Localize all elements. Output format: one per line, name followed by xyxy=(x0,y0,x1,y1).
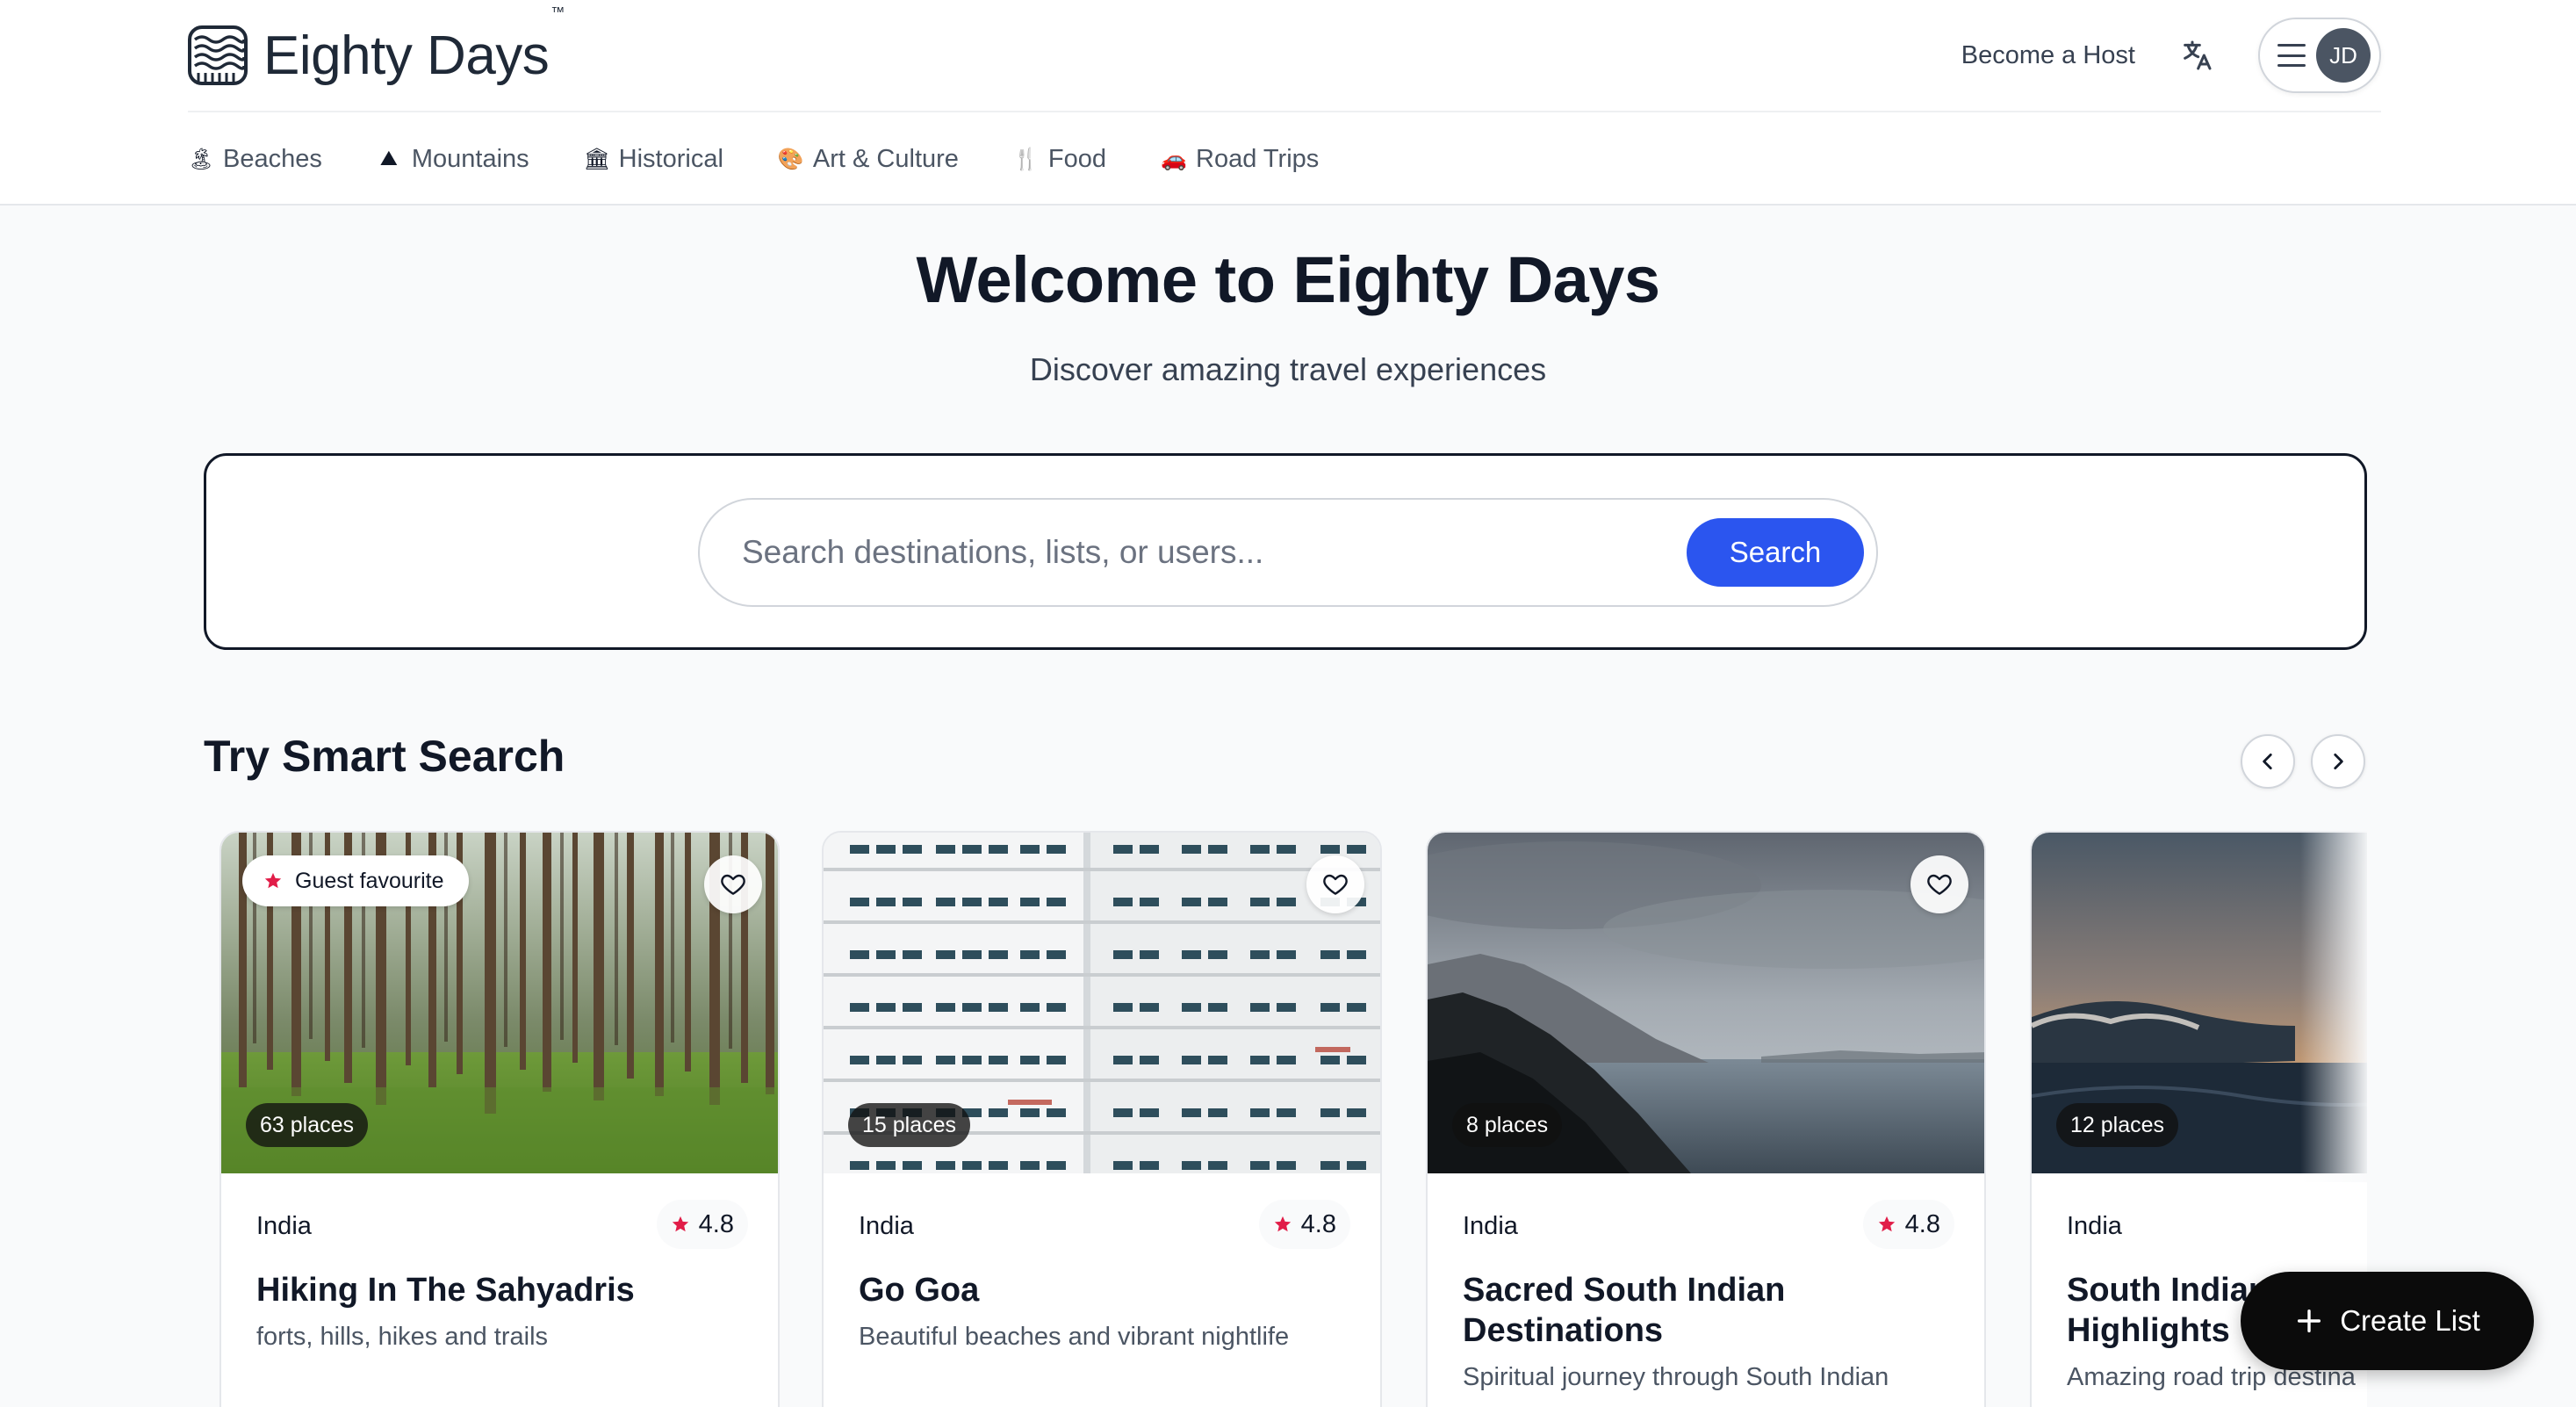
places-count-badge: 8 places xyxy=(1452,1103,1563,1147)
chevron-right-icon xyxy=(2334,754,2343,769)
rating-value: 4.8 xyxy=(1904,1209,1940,1238)
trademark-symbol: ™ xyxy=(550,4,565,20)
card-description: forts, hills, hikes and trails xyxy=(256,1323,549,1351)
carousel-nav xyxy=(2241,734,2365,789)
heart-icon xyxy=(1323,874,1348,895)
menu-icon xyxy=(2277,44,2306,67)
card-title: Hiking In The Sahyadris xyxy=(256,1272,635,1309)
search-input[interactable] xyxy=(742,534,1687,571)
search-bar: Search xyxy=(698,498,1878,607)
rating-badge: 4.8 xyxy=(656,1200,748,1249)
category-label: Historical xyxy=(618,144,723,173)
top-bar: Eighty Days™ Become a Host JD xyxy=(188,0,2381,112)
category-beaches[interactable]: 🏝 Beaches xyxy=(188,145,322,174)
category-road-trips[interactable]: 🚗 Road Trips xyxy=(1161,145,1319,174)
favorite-button[interactable] xyxy=(1910,855,1968,913)
palette-icon: 🎨 xyxy=(777,147,804,171)
guest-favourite-badge: Guest favourite xyxy=(242,855,469,906)
cards-carousel: Guest favourite 63 places India 4.8 Hiki… xyxy=(204,831,2367,1407)
fork-knife-icon: 🍴 xyxy=(1012,147,1040,171)
card-title: Sacred South Indian Destinations xyxy=(1463,1272,1786,1349)
top-actions: Become a Host JD xyxy=(1961,18,2381,93)
places-count-badge: 12 places xyxy=(2056,1103,2179,1147)
page-subtitle: Discover amazing travel experiences xyxy=(1029,351,1547,387)
card-country: India xyxy=(256,1212,312,1240)
category-nav: 🏝 Beaches ⛰ Mountains 🏛 Historical 🎨 Art… xyxy=(188,112,1373,206)
brand[interactable]: Eighty Days™ xyxy=(188,4,565,87)
star-icon xyxy=(672,1216,688,1232)
rating-badge: 4.8 xyxy=(1258,1200,1350,1249)
places-count-badge: 15 places xyxy=(848,1103,971,1147)
category-label: Art & Culture xyxy=(812,144,959,173)
star-icon xyxy=(1878,1216,1895,1232)
brand-logo-icon xyxy=(188,25,248,85)
favorite-button[interactable] xyxy=(704,855,762,913)
rating-value: 4.8 xyxy=(698,1209,734,1238)
translate-icon[interactable] xyxy=(2176,34,2218,76)
car-icon: 🚗 xyxy=(1161,147,1187,171)
card-description: Beautiful beaches and vibrant nightlife xyxy=(859,1323,1290,1351)
list-card[interactable]: 8 places India 4.8 Sacred South Indian D… xyxy=(1426,831,1986,1407)
category-historical[interactable]: 🏛 Historical xyxy=(584,145,723,174)
category-label: Food xyxy=(1047,144,1107,173)
places-count-badge: 63 places xyxy=(246,1103,369,1147)
chevron-left-icon xyxy=(2263,754,2272,769)
category-art-culture[interactable]: 🎨 Art & Culture xyxy=(778,145,959,174)
search-panel: Search xyxy=(204,453,2367,650)
create-list-button[interactable]: Create List xyxy=(2241,1272,2534,1370)
star-icon xyxy=(1274,1216,1291,1232)
card-image: 15 places xyxy=(824,833,1380,1173)
rating-badge: 4.8 xyxy=(1862,1200,1954,1249)
list-card[interactable]: Guest favourite 63 places India 4.8 Hiki… xyxy=(219,831,780,1407)
card-description: Spiritual journey through South Indian xyxy=(1463,1363,1889,1391)
category-mountains[interactable]: ⛰ Mountains xyxy=(377,145,529,174)
guest-favourite-label: Guest favourite xyxy=(295,868,444,893)
user-menu-button[interactable]: JD xyxy=(2258,18,2381,93)
category-label: Road Trips xyxy=(1196,144,1320,173)
site-header: Eighty Days™ Become a Host JD 🏝 Beaches … xyxy=(0,0,2576,206)
card-country: India xyxy=(2067,1212,2122,1240)
star-icon xyxy=(264,872,282,889)
become-host-link[interactable]: Become a Host xyxy=(1961,41,2135,70)
section-title: Try Smart Search xyxy=(204,732,565,781)
avatar: JD xyxy=(2316,28,2371,83)
category-label: Mountains xyxy=(411,144,529,173)
heart-icon xyxy=(1927,874,1952,895)
plus-icon xyxy=(2298,1309,2321,1333)
card-country: India xyxy=(1463,1212,1518,1240)
heart-icon xyxy=(721,874,745,895)
search-button[interactable]: Search xyxy=(1687,518,1864,587)
list-card[interactable]: 15 places India 4.8 Go Goa Beautiful bea… xyxy=(822,831,1382,1407)
carousel-fade xyxy=(2300,831,2367,1182)
category-label: Beaches xyxy=(223,144,322,173)
mountain-icon: ⛰ xyxy=(379,147,398,170)
rating-value: 4.8 xyxy=(1300,1209,1336,1238)
carousel-prev-button[interactable] xyxy=(2241,734,2295,789)
brand-name: Eighty Days™ xyxy=(263,4,565,86)
card-country: India xyxy=(859,1212,914,1240)
carousel-next-button[interactable] xyxy=(2311,734,2365,789)
card-title: Go Goa xyxy=(859,1272,980,1309)
category-food[interactable]: 🍴 Food xyxy=(1013,145,1106,174)
create-list-label: Create List xyxy=(2340,1304,2480,1337)
card-image: Guest favourite 63 places xyxy=(221,833,778,1173)
beach-icon: 🏝 xyxy=(188,147,215,171)
favorite-button[interactable] xyxy=(1306,855,1364,913)
page-title: Welcome to Eighty Days xyxy=(916,243,1660,316)
classical-building-icon: 🏛 xyxy=(583,147,611,171)
card-image: 8 places xyxy=(1428,833,1984,1173)
